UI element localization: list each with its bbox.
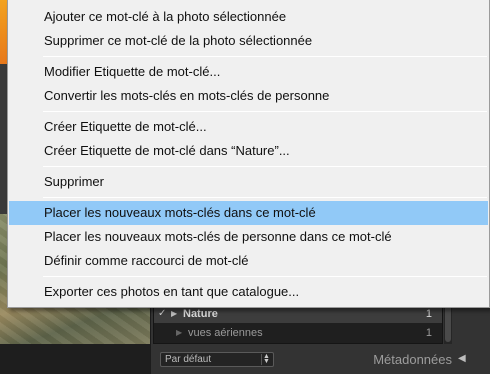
menu-separator xyxy=(43,276,487,277)
menu-separator xyxy=(43,197,487,198)
sort-order-value: Par défaut xyxy=(165,354,212,365)
menu-item-put-new-keywords-here[interactable]: Placer les nouveaux mots-clés dans ce mo… xyxy=(9,201,488,225)
menu-separator xyxy=(43,166,487,167)
menu-separator xyxy=(43,111,487,112)
keyword-context-menu: Ajouter ce mot-clé à la photo sélectionn… xyxy=(7,0,490,308)
keyword-list: ✓ ▶ Nature 1 ▶ vues aériennes 1 xyxy=(153,302,443,344)
filmstrip xyxy=(0,344,150,374)
select-arrows-icon: ▲ ▼ xyxy=(261,353,271,365)
menu-item-put-new-person-keywords-here[interactable]: Placer les nouveaux mots-clés de personn… xyxy=(9,225,488,249)
menu-item-add-keyword-to-photo[interactable]: Ajouter ce mot-clé à la photo sélectionn… xyxy=(9,5,488,29)
menu-item-create-keyword-tag[interactable]: Créer Etiquette de mot-clé... xyxy=(9,115,488,139)
menu-item-delete[interactable]: Supprimer xyxy=(9,170,488,194)
keyword-name: vues aériennes xyxy=(188,327,263,339)
keyword-list-scrollbar[interactable] xyxy=(444,302,452,344)
keyword-count: 1 xyxy=(425,327,432,339)
menu-item-create-keyword-in-nature[interactable]: Créer Etiquette de mot-clé dans “Nature”… xyxy=(9,139,488,163)
scrollbar-thumb[interactable] xyxy=(445,304,451,342)
menu-item-remove-keyword-from-photo[interactable]: Supprimer ce mot-clé de la photo sélecti… xyxy=(9,29,488,53)
menu-item-set-keyword-shortcut[interactable]: Définir comme raccourci de mot-clé xyxy=(9,249,488,273)
collapse-triangle-icon[interactable]: ◀ xyxy=(458,353,466,364)
disclosure-triangle-icon[interactable]: ▶ xyxy=(176,324,182,342)
menu-separator xyxy=(43,56,487,57)
metadata-panel-header[interactable]: Métadonnées xyxy=(332,352,452,368)
sort-order-select[interactable]: Par défaut ▲ ▼ xyxy=(160,352,274,367)
keyword-row-vues-aeriennes[interactable]: ▶ vues aériennes 1 xyxy=(154,324,442,342)
menu-item-edit-keyword-tag[interactable]: Modifier Etiquette de mot-clé... xyxy=(9,60,488,84)
menu-item-export-as-catalog[interactable]: Exporter ces photos en tant que catalogu… xyxy=(9,280,488,304)
menu-item-convert-to-person-keywords[interactable]: Convertir les mots-clés en mots-clés de … xyxy=(9,84,488,108)
